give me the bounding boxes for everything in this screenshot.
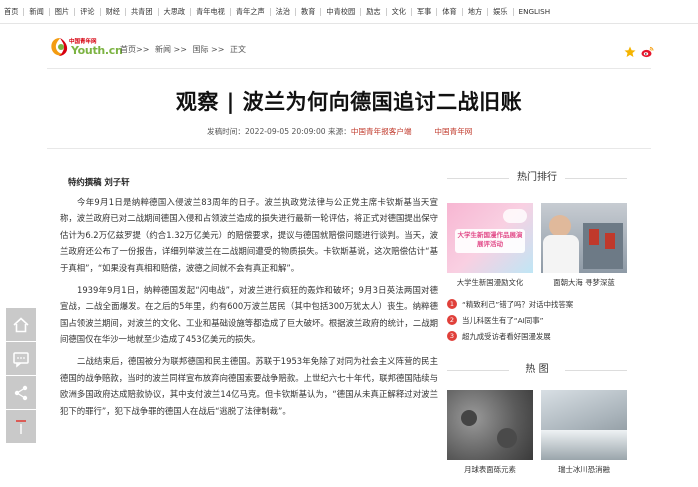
hot-pic-caption[interactable]: 月球表面砾元素	[447, 464, 533, 475]
topnav-item[interactable]: 青年电视	[190, 8, 230, 16]
topnav-item[interactable]: 军事	[410, 8, 436, 16]
topnav-item[interactable]: ENGLISH	[512, 8, 556, 16]
comment-button[interactable]	[6, 342, 36, 375]
hot-rank-card[interactable]: 大学生新国漫作品展演展评活动 大学生新国漫励文化	[447, 203, 533, 288]
breadcrumb: 首页>> 新闻 >> 国际 >> 正文	[120, 44, 249, 55]
meta-divider	[47, 148, 651, 149]
list-item-text[interactable]: 超九成受访者看好国漫发展	[462, 331, 551, 342]
hot-rank-list: 1 “精致利己”错了吗？对话中找答案 2 当儿科医生有了“AI同事” 3 超九成受访者…	[447, 296, 627, 344]
logo-mark-icon	[51, 38, 68, 56]
topnav-item[interactable]: 娱乐	[487, 8, 512, 16]
hot-rank-caption[interactable]: 面朝大海 寻梦深蓝	[541, 277, 627, 288]
topnav-item[interactable]: 新闻	[23, 8, 48, 16]
breadcrumb-intl[interactable]: 国际 >>	[192, 45, 224, 54]
hot-rank-header: 热门排行	[447, 168, 627, 190]
topnav-item[interactable]: 地方	[461, 8, 487, 16]
topnav-item[interactable]: 首页	[0, 8, 23, 16]
header-icons	[624, 46, 654, 58]
source-label: 来源：	[328, 127, 351, 136]
hot-rank-thumbs: 大学生新国漫作品展演展评活动 大学生新国漫励文化 面朝大海 寻梦深蓝	[447, 203, 627, 288]
right-column: 热门排行 大学生新国漫作品展演展评活动 大学生新国漫励文化 面朝大海 寻梦深蓝 …	[447, 168, 627, 475]
logo-main-text: Youth.cn	[71, 44, 123, 57]
topnav-item[interactable]: 教育	[295, 8, 320, 16]
paragraph-3: 二战结束后，德国被分为联邦德国和民主德国。苏联于1953年免除了对同为社会主义阵…	[60, 355, 438, 416]
hot-rank-card[interactable]: 面朝大海 寻梦深蓝	[541, 203, 627, 288]
list-item-text[interactable]: “精致利己”错了吗？对话中找答案	[462, 299, 573, 310]
list-item-text[interactable]: 当儿科医生有了“AI同事”	[462, 315, 543, 326]
top-navigation: 首页 新闻 图片 评论 财经 共青团 大思政 青年电视 青年之声 法治 教育 中青校园 励志 文化 军事 体育…	[0, 0, 698, 24]
topnav-item[interactable]: 共青团	[124, 8, 158, 16]
list-item[interactable]: 2 当儿科医生有了“AI同事”	[447, 312, 627, 328]
back-to-top-button[interactable]	[6, 410, 36, 443]
weibo-icon[interactable]	[641, 46, 654, 58]
breadcrumb-home[interactable]: 首页>>	[120, 45, 149, 54]
site-link[interactable]: 中国青年网	[434, 127, 472, 136]
comment-icon	[13, 351, 29, 368]
topnav-item[interactable]: 大思政	[157, 8, 191, 16]
article-body: 特约撰稿 刘子轩 今年9月1日是纳粹德国入侵波兰83周年的日子。波兰执政党法律与…	[60, 174, 438, 424]
site-logo[interactable]: 中国青年网 Youth.cn	[49, 33, 123, 63]
paragraph-2: 1939年9月1日，纳粹德国发起“闪电战”，对波兰进行疯狂的轰炸和破坏；9月3日…	[60, 284, 438, 345]
hot-pic-card[interactable]: 瑞士冰川恐消融	[541, 390, 627, 475]
floating-toolbar	[6, 308, 36, 444]
home-icon	[13, 316, 29, 332]
topnav-item[interactable]: 中青校园	[320, 8, 360, 16]
byline: 特约撰稿 刘子轩	[68, 177, 130, 187]
header-divider	[47, 68, 651, 69]
source-link[interactable]: 中国青年报客户端	[351, 127, 412, 136]
share-button[interactable]	[6, 376, 36, 409]
topnav-item[interactable]: 文化	[385, 8, 411, 16]
publish-time: 2022-09-05 20:09:00	[244, 127, 326, 136]
share-icon	[14, 385, 28, 400]
hot-rank-image[interactable]: 大学生新国漫作品展演展评活动	[447, 203, 533, 273]
star-icon[interactable]	[624, 46, 636, 58]
hot-pics-section: 热 图 月球表面砾元素 瑞士冰川恐消融	[447, 360, 627, 475]
breadcrumb-news[interactable]: 新闻 >>	[155, 45, 187, 54]
breadcrumb-current: 正文	[229, 45, 246, 54]
hot-rank-caption[interactable]: 大学生新国漫励文化	[447, 277, 533, 288]
rank-badge: 2	[447, 315, 457, 325]
top-icon	[16, 419, 26, 434]
list-item[interactable]: 3 超九成受访者看好国漫发展	[447, 328, 627, 344]
article-meta: 发稿时间：2022-09-05 20:09:00 来源：中国青年报客户端 中国青…	[207, 126, 472, 137]
topnav-item[interactable]: 财经	[99, 8, 125, 16]
hot-pics-title: 热 图	[525, 364, 549, 375]
poster-text: 大学生新国漫作品展演展评活动	[457, 231, 523, 248]
topnav-item[interactable]: 评论	[74, 8, 99, 16]
topnav-item[interactable]: 图片	[48, 8, 74, 16]
home-button[interactable]	[6, 308, 36, 341]
hot-pic-image[interactable]	[541, 390, 627, 460]
time-label: 发稿时间：	[207, 127, 245, 136]
topnav-item[interactable]: 法治	[269, 8, 295, 16]
hot-rank-image[interactable]	[541, 203, 627, 273]
hot-rank-title: 热门排行	[517, 172, 557, 183]
topnav-item[interactable]: 励志	[360, 8, 385, 16]
list-item[interactable]: 1 “精致利己”错了吗？对话中找答案	[447, 296, 627, 312]
hot-pic-image[interactable]	[447, 390, 533, 460]
article-title: 观察 | 波兰为何向德国追讨二战旧账	[175, 90, 523, 114]
topnav-item[interactable]: 青年之声	[229, 8, 270, 16]
paragraph-1: 今年9月1日是纳粹德国入侵波兰83周年的日子。波兰执政党法律与公正党主席卡钦斯基…	[60, 196, 438, 273]
topnav-item[interactable]: 体育	[436, 8, 461, 16]
rank-badge: 3	[447, 331, 457, 341]
hot-pic-card[interactable]: 月球表面砾元素	[447, 390, 533, 475]
rank-badge: 1	[447, 299, 457, 309]
hot-pic-caption[interactable]: 瑞士冰川恐消融	[541, 464, 627, 475]
hot-pics-header: 热 图	[447, 360, 627, 382]
hot-pics-thumbs: 月球表面砾元素 瑞士冰川恐消融	[447, 390, 627, 475]
